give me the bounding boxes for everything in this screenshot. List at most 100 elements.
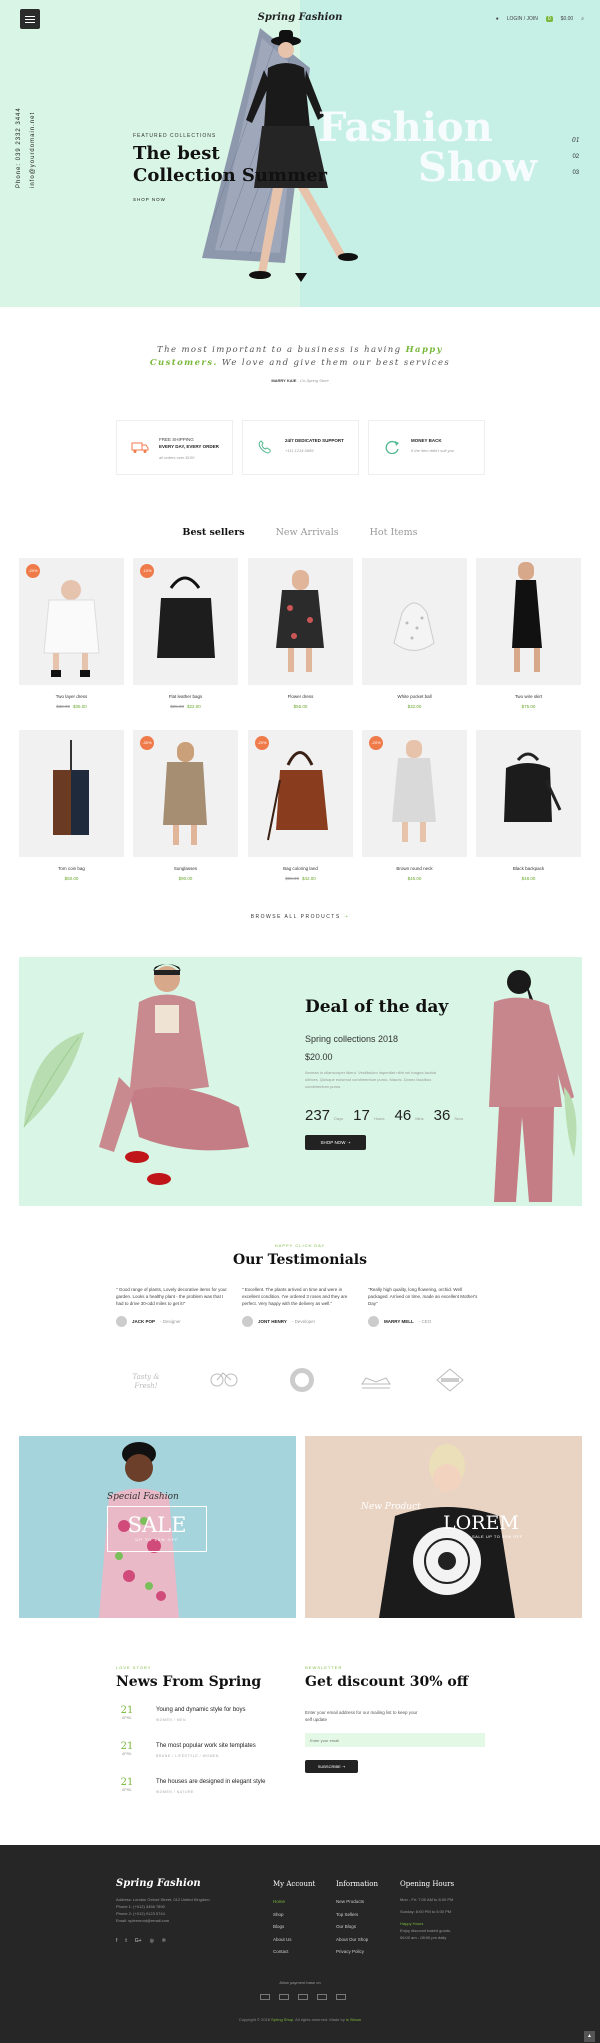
testimonial-text: " Excellent. The plants arrived on time …	[242, 1287, 348, 1306]
deal-shop-now-button[interactable]: SHOP NOW ➝	[305, 1135, 366, 1150]
news-item-category: WOMEN / NATURE	[156, 1790, 194, 1794]
product-card[interactable]: Flower dress $55.00	[248, 558, 353, 709]
product-image[interactable]: -20%	[248, 730, 353, 857]
product-image[interactable]: -10%	[133, 558, 238, 685]
news-item[interactable]: 21 APRIL The most popular work site templ…	[116, 1741, 276, 1773]
footer-link[interactable]: Contact	[273, 1946, 315, 1959]
product-image[interactable]: -20%	[19, 558, 124, 685]
product-image[interactable]	[476, 558, 581, 685]
slide-dot-1[interactable]: 01	[572, 133, 580, 149]
brand-logo-crown[interactable]	[358, 1366, 394, 1394]
hero-title-line1: The best	[133, 143, 220, 164]
product-name[interactable]: Brown round neck	[362, 866, 467, 871]
product-name[interactable]: Bag coloring land	[248, 866, 353, 871]
facebook-icon[interactable]: f	[116, 1938, 117, 1944]
product-image[interactable]	[19, 730, 124, 857]
tab-hot-items[interactable]: Hot Items	[370, 527, 418, 538]
google-plus-icon[interactable]: G+	[135, 1938, 142, 1944]
hero-shop-now-link[interactable]: SHOP NOW	[133, 197, 166, 202]
footer-link[interactable]: Blogs	[273, 1921, 315, 1934]
svg-text:Tasty &: Tasty &	[132, 1373, 159, 1381]
author-name: MARRY MELL	[384, 1319, 414, 1324]
footer-link[interactable]: Shop	[273, 1909, 315, 1922]
brand-logo-bicycle[interactable]	[206, 1366, 242, 1394]
product-name[interactable]: Tom coin bag	[19, 866, 124, 871]
news-item-title[interactable]: Young and dynamic style for boys	[156, 1707, 246, 1713]
product-price: $90.00	[133, 876, 238, 881]
product-name[interactable]: Black backpack	[476, 866, 581, 871]
product-image[interactable]: -20%	[362, 730, 467, 857]
product-name[interactable]: Sunglasses	[133, 866, 238, 871]
product-image[interactable]	[248, 558, 353, 685]
quote-text-1: The most important to a business is havi…	[157, 345, 406, 355]
news-item-category: WOMEN / MEN	[156, 1718, 186, 1722]
product-current-price: $55.00	[293, 704, 308, 709]
product-photo	[393, 602, 435, 651]
footer-link[interactable]: Top Sellers	[336, 1909, 378, 1922]
copyright-brand[interactable]: Spring Shop	[271, 2017, 293, 2022]
footer-link[interactable]: Privacy Policy	[336, 1946, 378, 1959]
hero-bg-text: Fashion Show	[318, 108, 537, 188]
product-name[interactable]: Flower dress	[248, 694, 353, 699]
tab-new-arrivals[interactable]: New Arrivals	[276, 527, 339, 538]
amex-icon	[317, 1994, 327, 2000]
page: Spring Fashion ● LOGIN / JOIN 0 $0.00 ⌕ …	[0, 0, 600, 2043]
login-link[interactable]: LOGIN / JOIN	[507, 16, 538, 22]
search-icon[interactable]: ⌕	[581, 16, 584, 22]
footer-col-title: Opening Hours	[400, 1880, 455, 1888]
banner-new-product[interactable]: New Product LOREM SALE UP TO 50% OFF THE…	[305, 1436, 582, 1618]
news-item-title[interactable]: The houses are designed in elegant style	[156, 1779, 265, 1785]
product-price: $55.00	[248, 704, 353, 709]
pinterest-icon[interactable]: ℗	[162, 1938, 166, 1944]
product-card[interactable]: -10% Flat leather bags $25.00 $22.00	[133, 558, 238, 709]
product-card[interactable]: -20% Brown round neck $45.00	[362, 730, 467, 881]
product-card[interactable]: Tom coin bag $50.00	[19, 730, 124, 881]
product-card[interactable]: Black backpack $48.00	[476, 730, 581, 881]
product-image[interactable]	[476, 730, 581, 857]
deal-price: $20.00	[305, 1052, 333, 1062]
banner-special-fashion[interactable]: Special Fashion SALE UP TO 50% OFF	[19, 1436, 296, 1618]
subscribe-button[interactable]: SUBSCRIBE ➝	[305, 1760, 358, 1773]
product-card[interactable]: -30% Sunglasses $90.00	[133, 730, 238, 881]
slide-pagination: 01 02 03	[572, 133, 580, 181]
product-card[interactable]: Two wire skirt $75.00	[476, 558, 581, 709]
tab-best-sellers[interactable]: Best sellers	[182, 527, 244, 538]
twitter-icon[interactable]: t	[125, 1938, 126, 1944]
brand-logo-badge[interactable]	[432, 1366, 468, 1394]
news-item-title[interactable]: The most popular work site templates	[156, 1743, 256, 1749]
news-item[interactable]: 21 APRIL Young and dynamic style for boys…	[116, 1705, 276, 1737]
product-name[interactable]: Two wire skirt	[476, 694, 581, 699]
browse-all-link[interactable]: BROWSE ALL PRODUCTS ➝	[0, 914, 600, 920]
avatar	[368, 1316, 379, 1327]
user-icon[interactable]: ●	[496, 16, 499, 22]
slide-dot-3[interactable]: 03	[572, 165, 580, 181]
product-name[interactable]: White pocket ball	[362, 694, 467, 699]
instagram-icon[interactable]: ◎	[150, 1938, 154, 1944]
footer-link[interactable]: About Our Shop	[336, 1934, 378, 1947]
product-name[interactable]: Flat leather bags	[133, 694, 238, 699]
copyright-author[interactable]: is Sktum	[346, 2017, 361, 2022]
product-card[interactable]: -20% Two layer dress $32.00 $35.00	[19, 558, 124, 709]
slide-dot-2[interactable]: 02	[572, 149, 580, 165]
footer-link[interactable]: About Us	[273, 1934, 315, 1947]
product-image[interactable]	[362, 558, 467, 685]
brand-logo-tasty[interactable]: Tasty &Fresh!	[128, 1366, 164, 1394]
footer-link[interactable]: New Products	[336, 1896, 378, 1909]
brand-logo-dog[interactable]	[284, 1366, 320, 1394]
footer-link[interactable]: Our Blogs	[336, 1921, 378, 1934]
footer-hours-line: Mon - Fri: 7.00 AM to 8.00 PM	[400, 1897, 454, 1902]
footer-link[interactable]: Home	[273, 1896, 315, 1909]
product-name[interactable]: Two layer dress	[19, 694, 124, 699]
scroll-down-icon[interactable]	[295, 273, 307, 282]
product-image[interactable]: -30%	[133, 730, 238, 857]
hero-section: Spring Fashion ● LOGIN / JOIN 0 $0.00 ⌕ …	[0, 0, 600, 307]
back-to-top-icon[interactable]: ▲	[584, 2031, 595, 2042]
product-card[interactable]: White pocket ball $32.00	[362, 558, 467, 709]
deal-of-the-day-section: Deal of the day Spring collections 2018 …	[19, 957, 582, 1206]
cart-icon[interactable]: 0	[545, 16, 553, 22]
product-card[interactable]: -20% Bag coloring land $55.00 $42.00	[248, 730, 353, 881]
feature-title: 24/7 DEDICATED SUPPORT	[285, 438, 344, 443]
news-item[interactable]: 21 APRIL The houses are designed in elega…	[116, 1777, 276, 1809]
footer-logo[interactable]: Spring Fashion	[116, 1878, 201, 1889]
newsletter-email-input[interactable]	[305, 1733, 485, 1747]
